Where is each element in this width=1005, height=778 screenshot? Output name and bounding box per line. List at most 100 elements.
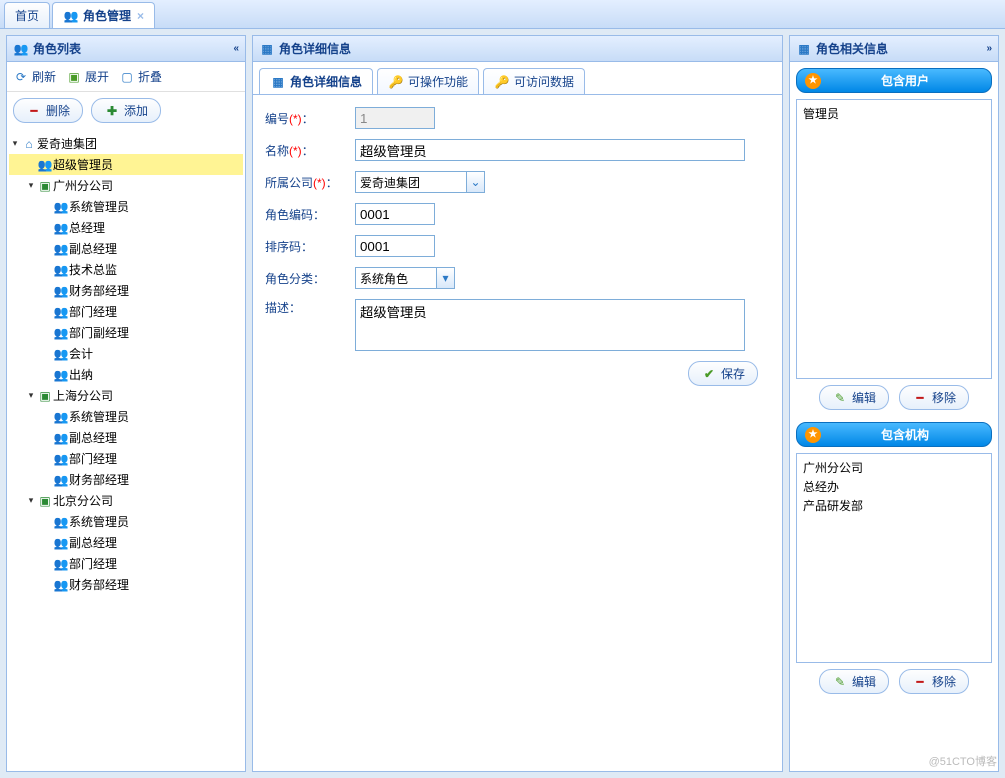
label-desc: 描述： (265, 299, 355, 316)
list-item[interactable]: 总经办 (801, 477, 987, 496)
tree-node[interactable]: ▾⌂爱奇迪集团 (9, 133, 243, 154)
add-button[interactable]: ✚添加 (91, 98, 161, 123)
refresh-icon: ⟳ (13, 69, 29, 85)
label-name: 名称(*)： (265, 142, 355, 159)
collapse-left-icon[interactable]: « (233, 43, 239, 54)
expand-icon: ▣ (66, 69, 82, 85)
expand-button[interactable]: ▣展开 (66, 68, 109, 85)
tree-node-label: 出纳 (69, 366, 93, 383)
plus-icon: ✚ (104, 103, 120, 119)
tab-home[interactable]: 首页 (4, 2, 50, 28)
label-company: 所属公司(*)： (265, 174, 355, 191)
category-select[interactable]: 系统角色▾ (355, 267, 455, 289)
users-icon: 👥 (53, 220, 69, 236)
top-tabs-bar: 首页 👥 角色管理 × (0, 0, 1005, 29)
tree-node[interactable]: 👥出纳 (9, 364, 243, 385)
users-remove-button[interactable]: ━移除 (899, 385, 969, 410)
tree-node[interactable]: 👥部门经理 (9, 553, 243, 574)
west-toolbar: ⟳刷新 ▣展开 ▢折叠 (7, 62, 245, 92)
key-icon: 🔑 (494, 74, 510, 90)
collapse-right-icon[interactable]: » (986, 43, 992, 54)
tree-node[interactable]: ▾▣北京分公司 (9, 490, 243, 511)
orgs-edit-button[interactable]: ✎编辑 (819, 669, 889, 694)
tree-node[interactable]: 👥技术总监 (9, 259, 243, 280)
users-icon: 👥 (53, 409, 69, 425)
list-item[interactable]: 产品研发部 (801, 496, 987, 515)
org-icon: ▣ (37, 388, 53, 404)
chevron-down-icon[interactable]: ▾ (436, 268, 454, 288)
tree-node[interactable]: 👥总经理 (9, 217, 243, 238)
tree-node-label: 总经理 (69, 219, 105, 236)
tree-node[interactable]: 👥部门经理 (9, 448, 243, 469)
tree-node[interactable]: 👥财务部经理 (9, 574, 243, 595)
orgs-listbox[interactable]: 广州分公司总经办产品研发部 (796, 453, 992, 663)
key-icon: 🔑 (388, 74, 404, 90)
tree-node[interactable]: 👥会计 (9, 343, 243, 364)
list-item[interactable]: 广州分公司 (801, 458, 987, 477)
arrow-icon: ▾ (25, 495, 37, 506)
form-icon: ▦ (259, 41, 275, 57)
org-icon: ▣ (37, 493, 53, 509)
close-icon[interactable]: × (137, 9, 144, 23)
tree-node[interactable]: 👥系统管理员 (9, 196, 243, 217)
tree-node-label: 系统管理员 (69, 198, 129, 215)
east-title: 角色相关信息 (816, 40, 888, 57)
tree-node-label: 财务部经理 (69, 471, 129, 488)
users-icon: 👥 (53, 304, 69, 320)
orgs-section-head: ★包含机构 (796, 422, 992, 447)
tab-role-mgmt[interactable]: 👥 角色管理 × (52, 2, 155, 28)
tree-node-label: 副总经理 (69, 429, 117, 446)
save-button[interactable]: ✔保存 (688, 361, 758, 386)
tree-node-label: 财务部经理 (69, 282, 129, 299)
tree-node-label: 部门副经理 (69, 324, 129, 341)
chevron-down-icon[interactable]: ⌄ (466, 172, 484, 192)
arrow-icon: ▾ (25, 390, 37, 401)
delete-button[interactable]: ━删除 (13, 98, 83, 123)
tree-node[interactable]: 👥副总经理 (9, 532, 243, 553)
desc-field[interactable] (355, 299, 745, 351)
tree-node[interactable]: 👥部门副经理 (9, 322, 243, 343)
tree-node[interactable]: ▾▣广州分公司 (9, 175, 243, 196)
users-icon: 👥 (53, 325, 69, 341)
role-detail-panel: ▦角色详细信息 ▦角色详细信息 🔑可操作功能 🔑可访问数据 编号(*)： 名称(… (252, 35, 783, 772)
rolecode-field[interactable] (355, 203, 435, 225)
arrow-icon: ▾ (9, 138, 21, 149)
refresh-button[interactable]: ⟳刷新 (13, 68, 56, 85)
list-item[interactable]: 管理员 (801, 104, 987, 123)
tree-node[interactable]: 👥系统管理员 (9, 406, 243, 427)
tree-node[interactable]: 👥系统管理员 (9, 511, 243, 532)
form-icon: ▦ (270, 74, 286, 90)
name-field[interactable] (355, 139, 745, 161)
orgs-remove-button[interactable]: ━移除 (899, 669, 969, 694)
form-icon: ▦ (796, 41, 812, 57)
users-listbox[interactable]: 管理员 (796, 99, 992, 379)
tree-node-label: 副总经理 (69, 240, 117, 257)
tab-data[interactable]: 🔑可访问数据 (483, 68, 585, 94)
check-icon: ✔ (701, 366, 717, 382)
center-title: 角色详细信息 (279, 40, 351, 57)
home-icon: ⌂ (21, 136, 37, 152)
users-icon: 👥 (53, 514, 69, 530)
tree-node-label: 广州分公司 (53, 177, 113, 194)
tree-node[interactable]: ▾▣上海分公司 (9, 385, 243, 406)
org-icon: ▣ (37, 178, 53, 194)
tree-node[interactable]: 👥财务部经理 (9, 469, 243, 490)
company-select[interactable]: 爱奇迪集团⌄ (355, 171, 485, 193)
tree-node[interactable]: 👥副总经理 (9, 427, 243, 448)
collapse-button[interactable]: ▢折叠 (119, 68, 162, 85)
id-field (355, 107, 435, 129)
users-icon: 👥 (53, 199, 69, 215)
sortcode-field[interactable] (355, 235, 435, 257)
label-category: 角色分类： (265, 270, 355, 287)
tree-node-label: 部门经理 (69, 555, 117, 572)
tree-node[interactable]: 👥超级管理员 (9, 154, 243, 175)
collapse-icon: ▢ (119, 69, 135, 85)
tree-node[interactable]: 👥部门经理 (9, 301, 243, 322)
tab-functions[interactable]: 🔑可操作功能 (377, 68, 479, 94)
tab-detail[interactable]: ▦角色详细信息 (259, 68, 373, 94)
users-edit-button[interactable]: ✎编辑 (819, 385, 889, 410)
tree-node-label: 系统管理员 (69, 408, 129, 425)
users-section-head: ★包含用户 (796, 68, 992, 93)
tree-node[interactable]: 👥副总经理 (9, 238, 243, 259)
tree-node[interactable]: 👥财务部经理 (9, 280, 243, 301)
